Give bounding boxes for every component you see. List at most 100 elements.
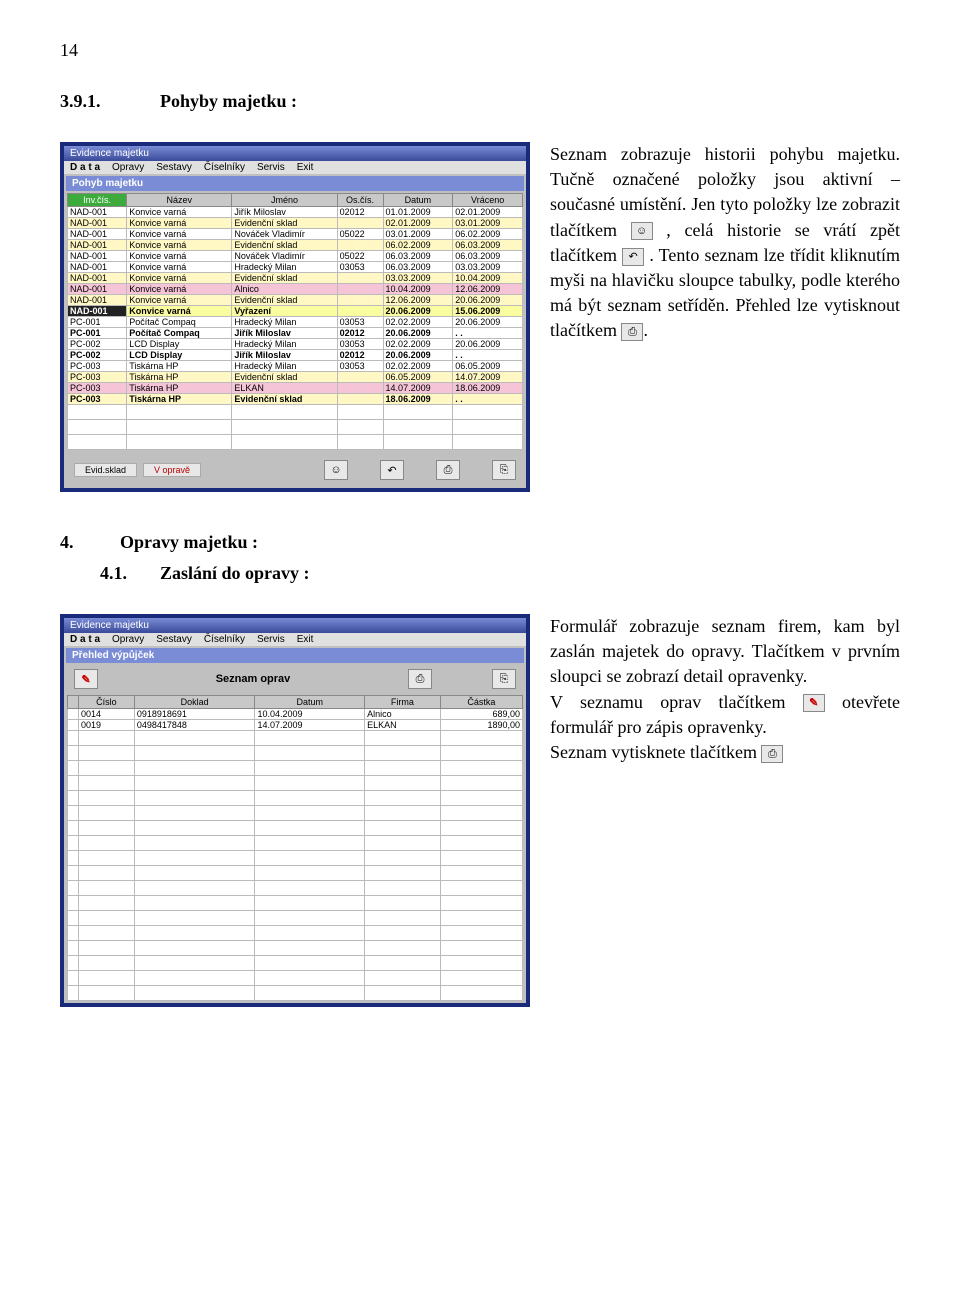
cell (365, 791, 441, 806)
col-header[interactable]: Datum (383, 194, 453, 207)
print-button[interactable]: ⎙ (436, 460, 460, 480)
cell: 12.06.2009 (453, 284, 523, 295)
cell: 18.06.2009 (453, 383, 523, 394)
table-row (68, 986, 523, 1001)
cell: NAD-001 (68, 240, 127, 251)
table-row[interactable]: NAD-001Konvice varnáNováček Vladimír0502… (68, 251, 523, 262)
cell: PC-003 (68, 361, 127, 372)
table-row[interactable]: PC-001Počítač CompaqJiřík Miloslav020122… (68, 328, 523, 339)
col-header[interactable]: Datum (255, 696, 365, 709)
cell (78, 776, 134, 791)
cell (134, 956, 255, 971)
col-header[interactable]: Částka (440, 696, 522, 709)
table-row[interactable]: PC-003Tiskárna HPELKAN14.07.200918.06.20… (68, 383, 523, 394)
cell: LCD Display (127, 339, 232, 350)
table-row[interactable]: NAD-001Konvice varnáEvidenční sklad12.06… (68, 295, 523, 306)
table-row[interactable]: 0014091891869110.04.2009Alnico689,00 (68, 709, 523, 720)
menubar[interactable]: D a t a Opravy Sestavy Číselníky Servis … (64, 161, 526, 174)
cell (365, 836, 441, 851)
cell: 05022 (337, 229, 383, 240)
cell (365, 941, 441, 956)
col-header[interactable]: Doklad (134, 696, 255, 709)
close-button-2[interactable]: ⎘ (492, 669, 516, 689)
col-header[interactable] (68, 696, 79, 709)
col-header[interactable]: Os.čís. (337, 194, 383, 207)
table-row[interactable]: NAD-001Konvice varnáEvidenční sklad06.02… (68, 240, 523, 251)
print-button-2[interactable]: ⎙ (408, 669, 432, 689)
cell: 05022 (337, 251, 383, 262)
menu2-ciselniky[interactable]: Číselníky (204, 634, 245, 645)
table-row[interactable]: 0019049841784814.07.2009ELKAN1890,00 (68, 720, 523, 731)
table-row[interactable]: NAD-001Konvice varnáVyřazení20.06.200915… (68, 306, 523, 317)
table-row[interactable]: PC-002LCD DisplayHradecký Milan0305302.0… (68, 339, 523, 350)
cell: 0498417848 (134, 720, 255, 731)
table-row[interactable]: PC-003Tiskárna HPEvidenční sklad06.05.20… (68, 372, 523, 383)
cell: NAD-001 (68, 306, 127, 317)
col-header[interactable]: Číslo (78, 696, 134, 709)
cell (255, 881, 365, 896)
menu-exit[interactable]: Exit (297, 162, 314, 173)
table-row (68, 941, 523, 956)
menu2-servis[interactable]: Servis (257, 634, 285, 645)
table-row (68, 435, 523, 450)
cell (440, 911, 522, 926)
cell: Evidenční sklad (232, 240, 337, 251)
table-row[interactable]: PC-002LCD DisplayJiřík Miloslav0201220.0… (68, 350, 523, 361)
table-row[interactable]: NAD-001Konvice varnáEvidenční sklad03.03… (68, 273, 523, 284)
col-header[interactable]: Firma (365, 696, 441, 709)
cell: Evidenční sklad (232, 372, 337, 383)
menu2-opravy[interactable]: Opravy (112, 634, 144, 645)
table-row[interactable]: NAD-001Konvice varnáJiřík Miloslav020120… (68, 207, 523, 218)
menu-servis[interactable]: Servis (257, 162, 285, 173)
menu2-sestavy[interactable]: Sestavy (156, 634, 192, 645)
close-button[interactable]: ⎘ (492, 460, 516, 480)
cell: NAD-001 (68, 262, 127, 273)
legend-evid: Evid.sklad (74, 463, 137, 477)
undo-button[interactable]: ↶ (380, 460, 404, 480)
cell (134, 806, 255, 821)
cell (134, 986, 255, 1001)
table-row (68, 971, 523, 986)
cell: 03053 (337, 361, 383, 372)
p2a: Formulář zobrazuje seznam firem, kam byl… (550, 616, 900, 686)
cell: 20.06.2009 (383, 328, 453, 339)
cell (365, 866, 441, 881)
undo-icon: ↶ (622, 248, 644, 266)
col-header[interactable]: Název (127, 194, 232, 207)
cell (337, 295, 383, 306)
table-row[interactable]: NAD-001Konvice varnáHradecký Milan030530… (68, 262, 523, 273)
heading-41: 4.1. Zaslání do opravy : (100, 563, 900, 584)
table-row[interactable]: NAD-001Konvice varnáNováček Vladimír0502… (68, 229, 523, 240)
paragraph-1: Seznam zobrazuje historii pohybu majetku… (550, 142, 900, 492)
col-header[interactable]: Vráceno (453, 194, 523, 207)
table-row[interactable]: PC-003Tiskárna HPEvidenční sklad18.06.20… (68, 394, 523, 405)
cell (68, 776, 79, 791)
col-header[interactable]: Jméno (232, 194, 337, 207)
table-row[interactable]: PC-003Tiskárna HPHradecký Milan0305302.0… (68, 361, 523, 372)
menubar-2[interactable]: D a t a Opravy Sestavy Číselníky Servis … (64, 633, 526, 646)
cell: Evidenční sklad (232, 218, 337, 229)
col-header[interactable]: Inv.čís. (68, 194, 127, 207)
table-row (68, 776, 523, 791)
table-row[interactable]: PC-001Počítač CompaqHradecký Milan030530… (68, 317, 523, 328)
cell (440, 986, 522, 1001)
cell: . . (453, 350, 523, 361)
heading-title: Pohyby majetku : (160, 91, 297, 112)
menu-opravy[interactable]: Opravy (112, 162, 144, 173)
legend-oprava: V opravě (143, 463, 201, 477)
smile-button[interactable]: ☺ (324, 460, 348, 480)
menu2-data[interactable]: D a t a (70, 634, 100, 645)
edit-button[interactable]: ✎ (74, 669, 98, 689)
table-row[interactable]: NAD-001Konvice varnáEvidenční sklad02.01… (68, 218, 523, 229)
cell: Počítač Compaq (127, 317, 232, 328)
menu2-exit[interactable]: Exit (297, 634, 314, 645)
menu-ciselniky[interactable]: Číselníky (204, 162, 245, 173)
menu-data[interactable]: D a t a (70, 162, 100, 173)
cell: Vyřazení (232, 306, 337, 317)
menu-sestavy[interactable]: Sestavy (156, 162, 192, 173)
cell (337, 273, 383, 284)
table-row[interactable]: NAD-001Konvice varnáAlnico10.04.200912.0… (68, 284, 523, 295)
cell: 03.03.2009 (383, 273, 453, 284)
cell (134, 731, 255, 746)
cell: 02012 (337, 328, 383, 339)
